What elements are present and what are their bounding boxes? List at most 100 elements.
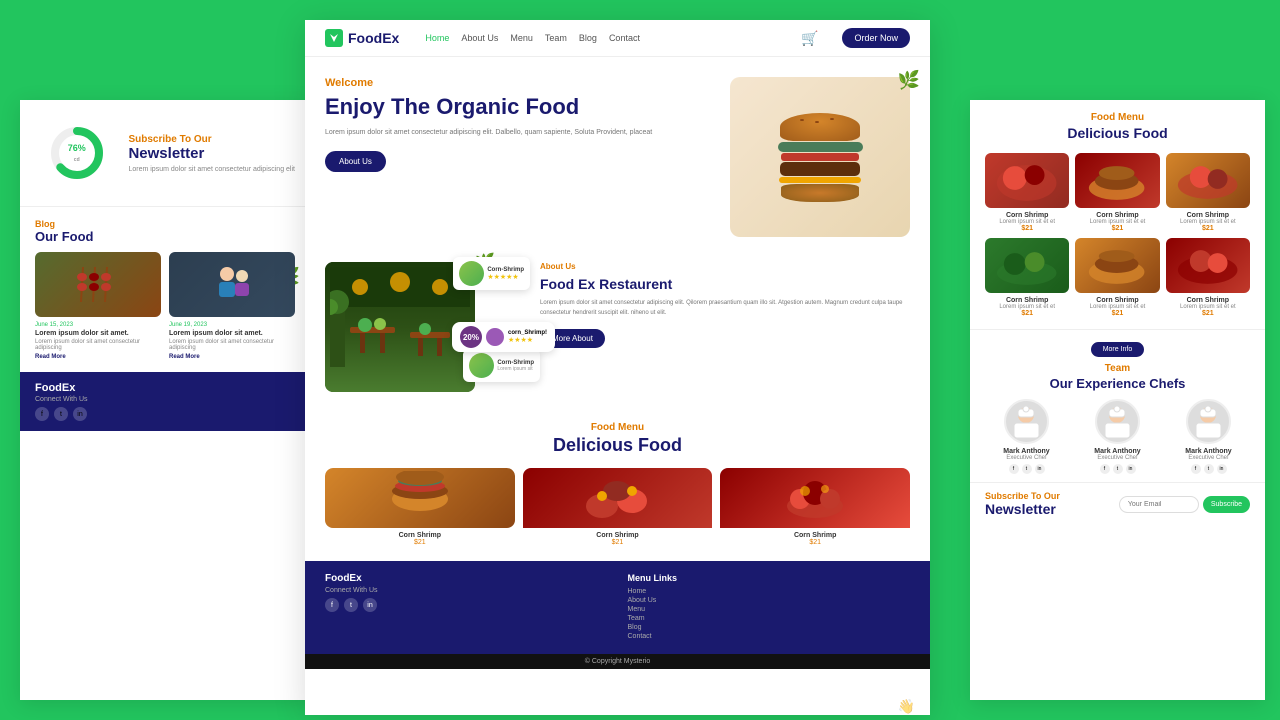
food-name-3: Corn Shrimp [720, 532, 910, 539]
nav-link-blog[interactable]: Blog [579, 33, 597, 43]
food-thumb-2 [469, 353, 494, 378]
rfood-img-4 [985, 238, 1069, 293]
footer-link-blog[interactable]: Blog [628, 624, 911, 631]
list-item: Mark Anthony Executive Chef f t in [985, 399, 1068, 474]
newsletter-email-input[interactable] [1119, 496, 1199, 513]
blog-item-title-2: Lorem ipsum dolor sit amet. [169, 330, 295, 337]
blog-image-2 [169, 252, 295, 317]
blog-read-more-1[interactable]: Read More [35, 354, 161, 360]
user-card: 20% corn_Shrimp! ★★★★ [452, 322, 555, 352]
footer-link-team[interactable]: Team [628, 615, 911, 622]
rfood-name-2: Corn Shrimp [1075, 212, 1159, 219]
rfood-price-6: $21 [1166, 310, 1250, 317]
rfood-name-4: Corn Shrimp [985, 297, 1069, 304]
footer-instagram-icon[interactable]: in [363, 598, 377, 612]
food-price-3: $21 [720, 539, 910, 546]
patty [780, 162, 860, 176]
food-items-grid: Corn Shrimp $21 Corn Shrimp [325, 468, 910, 546]
newsletter-subscribe-button[interactable]: Subscribe [1203, 496, 1250, 513]
footer-twitter-icon[interactable]: t [344, 598, 358, 612]
chef-instagram-icon-3[interactable]: in [1217, 464, 1227, 474]
facebook-icon[interactable]: f [35, 407, 49, 421]
footer-brand-name: FoodEx [325, 573, 608, 584]
footer-link-menu[interactable]: Menu [628, 606, 911, 613]
chef-facebook-icon-1[interactable]: f [1009, 464, 1019, 474]
nav-link-team[interactable]: Team [545, 33, 567, 43]
footer-link-about[interactable]: About Us [628, 597, 911, 604]
food-card-2: Corn-Shrimp Lorem ipsum sit [463, 349, 540, 382]
more-info-button[interactable]: More Info [1091, 342, 1145, 357]
food-menu-tag: Food Menu [325, 422, 910, 433]
blog-date-1: June 15, 2023 [35, 322, 161, 328]
blog-image-1 [35, 252, 161, 317]
user-stars: ★★★★ [508, 336, 547, 344]
list-item: Corn Shrimp Lorem ipsum sit et et $21 [1166, 238, 1250, 317]
footer-social: f t in [325, 598, 608, 612]
chef-role-3: Executive Chef [1167, 455, 1250, 461]
footer-menu-title: Menu Links [628, 573, 911, 583]
chef-instagram-icon-2[interactable]: in [1126, 464, 1136, 474]
chef-twitter-icon-2[interactable]: t [1113, 464, 1123, 474]
logo-icon [325, 29, 343, 47]
about-section: 🌿 [305, 247, 930, 407]
hero-section: Welcome Enjoy The Organic Food Lorem ips… [305, 57, 930, 247]
footer-link-contact[interactable]: Contact [628, 633, 911, 640]
about-us-button[interactable]: About Us [325, 151, 386, 172]
blog-grid: June 15, 2023 Lorem ipsum dolor sit amet… [35, 252, 295, 360]
food-card-title-2: Corn-Shrimp [497, 360, 534, 366]
about-title: Food Ex Restaurent [540, 275, 910, 293]
list-item: Corn Shrimp Lorem ipsum sit et et $21 [1166, 153, 1250, 232]
rfood-img-1 [985, 153, 1069, 208]
hand-decoration: 👋 [898, 698, 915, 715]
cheese [779, 177, 861, 183]
rfood-img-6 [1166, 238, 1250, 293]
cart-icon[interactable]: 🛒 [801, 30, 818, 47]
footer-facebook-icon[interactable]: f [325, 598, 339, 612]
instagram-icon[interactable]: in [73, 407, 87, 421]
chef-name-1: Mark Anthony [985, 448, 1068, 455]
chef-role-2: Executive Chef [1076, 455, 1159, 461]
chef-facebook-icon-2[interactable]: f [1100, 464, 1110, 474]
rfood-price-2: $21 [1075, 225, 1159, 232]
nav-link-about[interactable]: About Us [461, 33, 498, 43]
food-stars-1: ★★★★★ [487, 273, 524, 281]
team-title: Our Experience Chefs [985, 376, 1250, 391]
chef-twitter-icon-3[interactable]: t [1204, 464, 1214, 474]
percent-badge: 20% [460, 326, 482, 348]
left-panel: 76%cd Subscribe To Our Newsletter Lorem … [20, 100, 310, 700]
right-newsletter-title: Newsletter [985, 501, 1111, 517]
blog-read-more-2[interactable]: Read More [169, 354, 295, 360]
food-image-2 [523, 468, 713, 528]
chef-facebook-icon-3[interactable]: f [1191, 464, 1201, 474]
footer-link-home[interactable]: Home [628, 588, 911, 595]
rfood-name-1: Corn Shrimp [985, 212, 1069, 219]
food-price-1: $21 [325, 539, 515, 546]
list-item: Corn Shrimp Lorem ipsum sit et et $21 [1075, 238, 1159, 317]
list-item: Corn Shrimp $21 [523, 468, 713, 546]
rfood-price-4: $21 [985, 310, 1069, 317]
order-now-button[interactable]: Order Now [842, 28, 910, 48]
team-tag: Team [985, 363, 1250, 374]
chef-twitter-icon-1[interactable]: t [1022, 464, 1032, 474]
rfood-img-5 [1075, 238, 1159, 293]
list-item: Corn Shrimp Lorem ipsum sit et et $21 [985, 153, 1069, 232]
about-description: Lorem ipsum dolor sit amet consectetur a… [540, 299, 910, 318]
nav-link-contact[interactable]: Contact [609, 33, 640, 43]
nav-link-home[interactable]: Home [425, 33, 449, 43]
right-food-menu-title: Delicious Food [985, 125, 1250, 141]
chef-name-2: Mark Anthony [1076, 448, 1159, 455]
nav-link-menu[interactable]: Menu [510, 33, 533, 43]
blog-item-desc-2: Lorem ipsum dolor sit amet consectetur a… [169, 339, 295, 351]
newsletter-title: Newsletter [128, 145, 295, 162]
footer-menu-col: Menu Links Home About Us Menu Team Blog … [628, 573, 911, 642]
left-footer: FoodEx Connect With Us f t in [20, 372, 310, 431]
main-website-panel: FoodEx Home About Us Menu Team Blog Cont… [305, 20, 930, 715]
footer-connect-label: Connect With Us [325, 587, 608, 594]
sesame-3 [830, 118, 834, 120]
chef-instagram-icon-1[interactable]: in [1035, 464, 1045, 474]
hero-text: Welcome Enjoy The Organic Food Lorem ips… [325, 77, 720, 172]
logo-text: FoodEx [348, 30, 399, 46]
list-item: Mark Anthony Executive Chef f t in [1167, 399, 1250, 474]
rfood-img-3 [1166, 153, 1250, 208]
twitter-icon[interactable]: t [54, 407, 68, 421]
